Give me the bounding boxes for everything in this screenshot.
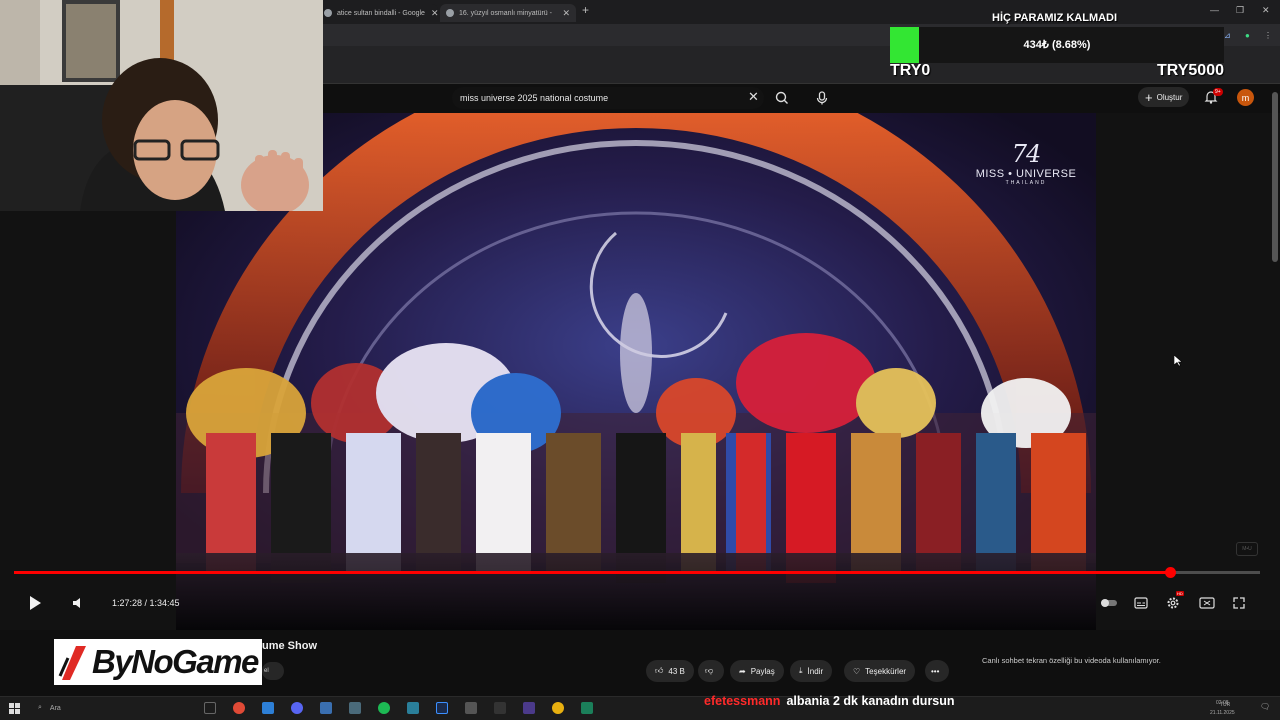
tab-title: atice sultan bindalli - Google — [337, 9, 425, 17]
discord-icon[interactable] — [291, 702, 303, 714]
play-icon[interactable] — [26, 594, 44, 612]
donation-goal-title: HİÇ PARAMIZ KALMADI — [992, 12, 1118, 24]
app-icon[interactable] — [523, 702, 535, 714]
capcut-icon[interactable] — [494, 702, 506, 714]
app-icon[interactable] — [407, 702, 419, 714]
progress-played — [14, 571, 1171, 574]
subtitles-icon[interactable] — [1134, 597, 1148, 609]
browser-tab[interactable]: atice sultan bindalli - Google ✕ — [318, 4, 438, 22]
more-actions-button[interactable]: ••• — [925, 660, 949, 682]
notification-center-icon[interactable]: 🗨︎ — [1260, 702, 1270, 711]
extension-icon[interactable]: ● — [1245, 31, 1250, 40]
file-explorer-icon[interactable] — [262, 702, 274, 714]
time-display: 1:27:28 / 1:34:45 — [112, 598, 180, 608]
heart-dollar-icon: ♡ — [853, 666, 861, 676]
thumbs-down-icon: 👎︎ — [705, 666, 714, 675]
logo-country: THAILAND — [1005, 180, 1047, 186]
thanks-label: Teşekkürler — [865, 666, 907, 676]
app-icon[interactable] — [349, 702, 361, 714]
share-button[interactable]: ➦ Paylaş — [730, 660, 784, 682]
spotify-icon[interactable] — [378, 702, 390, 714]
new-tab-button[interactable]: + — [582, 3, 589, 17]
mouse-cursor-icon — [1174, 355, 1182, 367]
volume-icon[interactable] — [70, 595, 86, 611]
like-count: 43 B — [668, 666, 685, 676]
photoshop-icon[interactable] — [436, 702, 448, 714]
video-title: ume Show — [262, 640, 318, 652]
create-label: Oluştur — [1156, 92, 1183, 102]
chat-username: efetessmann — [704, 694, 781, 708]
live-chat-unavailable-note: Canlı sohbet tekran özelliği bu videoda … — [982, 656, 1161, 665]
google-favicon-icon — [446, 9, 454, 17]
tab-title: 16. yüzyıl osmanlı minyatürü - — [459, 9, 552, 17]
logo-number: 74 — [1011, 140, 1042, 168]
search-input[interactable]: miss universe 2025 national costume — [452, 87, 764, 109]
create-button[interactable]: + Oluştur — [1138, 87, 1190, 107]
donation-progress-bar: 434₺ (8.68%) — [890, 27, 1224, 63]
google-favicon-icon — [324, 9, 332, 17]
webcam-overlay — [0, 0, 323, 211]
donation-goal-widget: HİÇ PARAMIZ KALMADI 434₺ (8.68%) TRY0 TR… — [888, 6, 1228, 86]
download-icon: ⤓ — [799, 666, 803, 675]
thumbs-up-icon: 👍︎ — [655, 666, 664, 675]
search-icon[interactable] — [772, 88, 792, 108]
app-icon[interactable] — [320, 702, 332, 714]
close-tab-icon[interactable]: ✕ — [425, 8, 438, 19]
browser-tab-active[interactable]: 16. yüzyıl osmanlı minyatürü - ✕ — [440, 4, 576, 22]
windows-taskbar — [0, 696, 1280, 720]
like-button[interactable]: 👍︎ 43 B — [646, 660, 694, 682]
dislike-button[interactable]: 👎︎ — [698, 660, 724, 682]
avatar[interactable]: m — [1237, 89, 1254, 106]
more-horizontal-icon: ••• — [931, 666, 940, 676]
taskbar-search[interactable]: ⌕ Ara — [34, 700, 184, 716]
chat-message-text: albania 2 dk kanadın dursun — [786, 694, 955, 708]
subscribe-button[interactable]: el — [262, 662, 284, 680]
clear-search-icon[interactable]: ✕ — [748, 89, 759, 105]
screen: atice sultan bindalli - Google ✕ 16. yüz… — [0, 0, 1280, 720]
taskbar-search-label: Ara — [49, 704, 61, 712]
channel-watermark[interactable]: M•U — [1236, 542, 1258, 556]
page-scrollbar[interactable] — [1272, 92, 1278, 262]
browser-menu-icon[interactable]: ⋮ — [1264, 31, 1272, 40]
close-tab-icon[interactable]: ✕ — [556, 8, 570, 19]
logo-text: ByNoGame — [92, 643, 259, 680]
autoplay-toggle-icon[interactable] — [1100, 597, 1118, 609]
task-view-icon[interactable] — [204, 702, 216, 714]
logo-name: MISS • UNIVERSE — [975, 168, 1077, 180]
close-window-icon[interactable]: ✕ — [1262, 5, 1270, 16]
settings-gear-icon[interactable] — [1166, 596, 1180, 610]
microphone-icon[interactable] — [812, 88, 832, 108]
app-icon[interactable] — [465, 702, 477, 714]
download-button[interactable]: ⤓ İndir — [790, 660, 833, 682]
bynogame-logo: ByNoGame — [54, 639, 262, 685]
theater-mode-icon[interactable] — [1199, 597, 1215, 609]
webcam-feed-image — [0, 0, 323, 211]
chrome-icon[interactable] — [552, 702, 564, 714]
windows-start-icon[interactable] — [9, 703, 20, 714]
thanks-button[interactable]: ♡ Teşekkürler — [844, 660, 916, 682]
clock-time[interactable]: 02:08 — [1216, 700, 1229, 706]
donation-min-label: TRY0 — [890, 62, 931, 79]
chat-overlay-message: efetessmann albania 2 dk kanadın dursun — [704, 694, 955, 708]
maximize-icon[interactable]: ❐ — [1236, 5, 1244, 16]
fullscreen-icon[interactable] — [1232, 596, 1246, 610]
notification-count-badge: 9+ — [1213, 88, 1223, 96]
donation-amount: 434₺ (8.68%) — [1023, 39, 1091, 51]
app-icon[interactable] — [581, 702, 593, 714]
hd-badge: HD — [1176, 591, 1184, 596]
share-label: Paylaş — [750, 666, 775, 676]
plus-icon: + — [1145, 89, 1153, 105]
search-icon: ⌕ — [38, 704, 42, 711]
download-label: İndir — [807, 666, 824, 676]
app-icon[interactable] — [233, 702, 245, 714]
share-arrow-icon: ➦ — [739, 666, 746, 676]
bynogame-logo-mark-icon — [58, 646, 86, 680]
video-progress-bar[interactable] — [14, 567, 1260, 578]
donation-max-label: TRY5000 — [1157, 62, 1224, 79]
clock-date[interactable]: 21.11.2025 — [1210, 710, 1235, 716]
miss-universe-logo: 74 MISS • UNIVERSE THAILAND — [975, 140, 1077, 186]
